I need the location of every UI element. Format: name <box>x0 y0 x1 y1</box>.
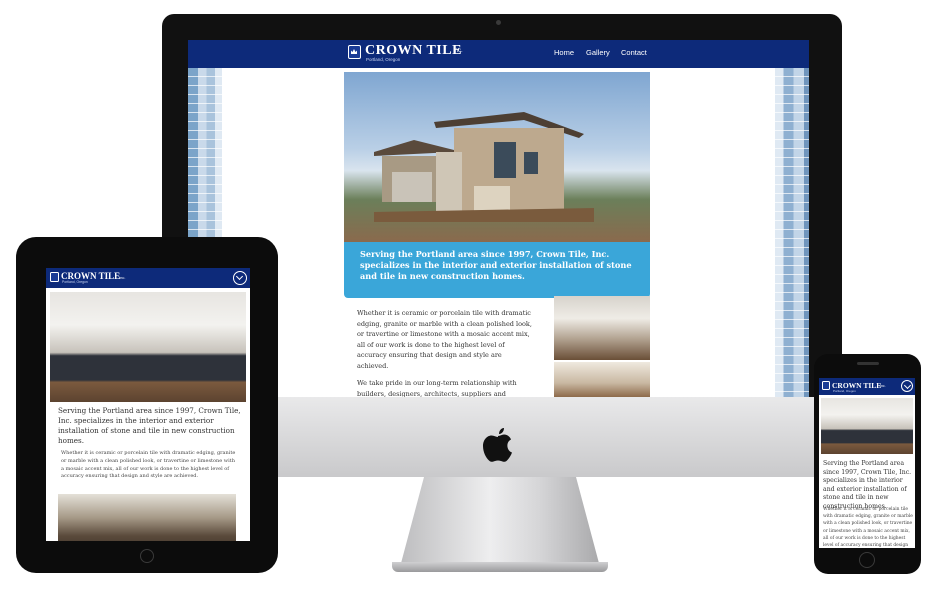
tablet-brand-suffix: Inc. <box>119 275 126 280</box>
phone-headline: Serving the Portland area since 1997, Cr… <box>823 460 912 510</box>
imac-foot <box>392 562 608 572</box>
tablet-headline: Serving the Portland area since 1997, Cr… <box>58 406 241 445</box>
imac-stand <box>400 477 600 567</box>
desktop-site: CROWN TILE Inc. Portland, Oregon Home Ga… <box>188 40 809 397</box>
tablet-brand-location: Portland, Oregon <box>62 280 88 284</box>
nav-gallery[interactable]: Gallery <box>586 48 610 57</box>
crown-icon <box>50 272 59 282</box>
house-illustration <box>374 112 594 222</box>
tablet-site: CROWN TILE Inc. Portland, Oregon Serving… <box>46 268 250 541</box>
phone-brand-suffix: Inc. <box>880 384 886 388</box>
intro-headline: Serving the Portland area since 1997, Cr… <box>360 249 632 281</box>
hero-house-photo <box>344 72 650 242</box>
phone-paragraph: Whether it is ceramic or porcelain tile … <box>823 507 913 548</box>
iphone-speaker <box>857 362 879 365</box>
intro-paragraph: Whether it is ceramic or porcelain tile … <box>357 309 532 370</box>
crown-icon <box>822 381 830 390</box>
nav-contact[interactable]: Contact <box>621 48 647 57</box>
chevron-down-circle-icon[interactable] <box>233 271 247 285</box>
intro-banner: Serving the Portland area since 1997, Cr… <box>344 242 650 298</box>
phone-brand-location: Portland, Oregon <box>833 389 856 393</box>
brand-suffix: Inc. <box>453 48 463 54</box>
interior-photo-2 <box>554 362 650 397</box>
kitchen-photo <box>50 292 246 402</box>
tablet-paragraph: Whether it is ceramic or porcelain tile … <box>61 450 236 480</box>
bathroom-photo <box>58 494 236 541</box>
phone-kitchen-photo <box>821 398 913 454</box>
interior-photo-1 <box>554 296 650 360</box>
tablet-header: CROWN TILE Inc. Portland, Oregon <box>46 268 250 288</box>
phone-header: CROWN TILE Inc. Portland, Oregon <box>819 378 915 395</box>
site-header: CROWN TILE Inc. Portland, Oregon Home Ga… <box>188 40 809 68</box>
crown-icon <box>348 45 361 59</box>
tile-border-right <box>775 68 809 397</box>
ipad-home-button[interactable] <box>140 549 154 563</box>
brand-location: Portland, Oregon <box>366 57 401 62</box>
iphone-home-button[interactable] <box>859 552 875 568</box>
chevron-down-circle-icon[interactable] <box>901 380 913 392</box>
nav-home[interactable]: Home <box>554 48 574 57</box>
phone-site: CROWN TILE Inc. Portland, Oregon Serving… <box>819 378 915 548</box>
apple-logo-icon <box>483 428 512 462</box>
imac-camera <box>496 20 501 25</box>
relationship-paragraph: We take pride in our long-term relations… <box>357 379 517 397</box>
